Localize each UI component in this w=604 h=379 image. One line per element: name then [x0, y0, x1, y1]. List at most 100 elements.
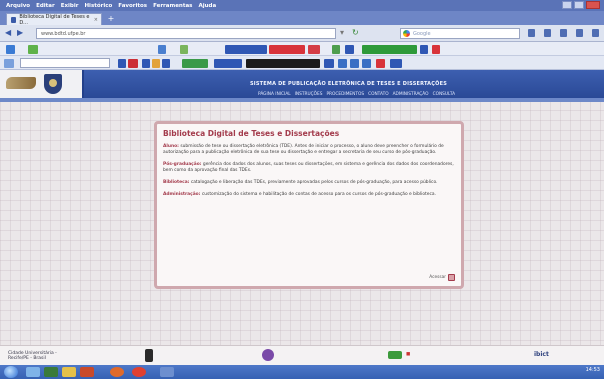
card-item-label: Pós-graduação:	[163, 162, 202, 167]
footer-logo-3-text: ■	[406, 352, 411, 357]
toolbar-button-red[interactable]	[269, 45, 305, 54]
toolbar2-icon-2[interactable]	[128, 59, 138, 68]
toolbar2-icon-7[interactable]	[338, 59, 347, 68]
toolbar-icon-2[interactable]	[180, 45, 188, 54]
footer-logo-1-icon[interactable]	[145, 349, 153, 362]
toolbar-icon-6[interactable]	[420, 45, 428, 54]
toolbar2-icon-5[interactable]	[162, 59, 170, 68]
toolbar-green-icon[interactable]	[28, 45, 38, 54]
toolbar2-logo-icon[interactable]	[4, 59, 14, 68]
toolbar-icon-7[interactable]	[432, 45, 440, 54]
card-item-biblioteca: Biblioteca: catalogação e liberação das …	[163, 180, 455, 186]
forward-arrow-icon[interactable]: ▶	[17, 29, 25, 37]
toolbar-icon-5[interactable]	[345, 45, 354, 54]
taskbar-folder-icon[interactable]	[62, 367, 76, 377]
toolbar2-media-widget[interactable]	[246, 59, 320, 68]
site-header: SISTEMA DE PUBLICAÇÃO ELETRÔNICA DE TESE…	[0, 70, 604, 98]
system-tray: 14:53	[586, 367, 600, 373]
card-item-label: Aluno:	[163, 144, 179, 149]
home-icon[interactable]	[576, 29, 583, 37]
toolbar-progress-widget[interactable]	[362, 45, 417, 54]
access-button-label: Acessar	[429, 275, 446, 280]
download-icon[interactable]	[560, 29, 567, 37]
toolbar-logo-icon[interactable]	[6, 45, 15, 54]
nav-link-home[interactable]: PÁGINA INICIAL	[258, 92, 291, 97]
taskbar-media-icon[interactable]	[80, 367, 94, 377]
access-button[interactable]: Acessar	[429, 274, 455, 281]
maximize-button[interactable]	[574, 1, 584, 9]
ibict-logo[interactable]: ibict	[534, 351, 549, 358]
university-crest-icon	[44, 74, 62, 94]
site-navigation: PÁGINA INICIAL INSTRUÇÕES PROCEDIMENTOS …	[258, 92, 455, 97]
bookmark-star-icon[interactable]	[528, 29, 535, 37]
card-item-label: Administração:	[163, 192, 201, 197]
nav-link-contact[interactable]: CONTATO	[368, 92, 389, 97]
browser-tab[interactable]: Biblioteca Digital de Teses e D... ×	[6, 13, 102, 26]
nav-link-admin[interactable]: ADMINISTRAÇÃO	[393, 92, 429, 97]
start-button[interactable]	[4, 366, 18, 378]
nav-link-procedures[interactable]: PROCEDIMENTOS	[326, 92, 364, 97]
toolbar-icon-4[interactable]	[332, 45, 340, 54]
dropdown-arrow-icon[interactable]: ▾	[340, 29, 348, 37]
taskbar-firefox-icon[interactable]	[110, 367, 124, 377]
toolbar2-icon-8[interactable]	[350, 59, 359, 68]
taskbar-icon-7[interactable]	[160, 367, 174, 377]
menu-historico[interactable]: Histórico	[84, 3, 112, 9]
menu-exibir[interactable]: Exibir	[61, 3, 79, 9]
menu-favoritos[interactable]: Favoritos	[118, 3, 147, 9]
window-controls	[562, 1, 600, 9]
menu-arquivo[interactable]: Arquivo	[6, 3, 30, 9]
menu-icon[interactable]	[592, 29, 599, 37]
logo-area	[0, 70, 84, 98]
toolbar-search-input[interactable]	[20, 58, 110, 68]
addon-toolbar-2	[0, 56, 604, 70]
toolbar2-icon-4[interactable]	[152, 59, 160, 68]
tab-title: Biblioteca Digital de Teses e D...	[19, 13, 90, 26]
navigation-bar: ◀ ▶ www.bdtd.ufpe.br ▾ ↻ Google	[0, 25, 604, 42]
toolbar2-icon-11[interactable]	[390, 59, 402, 68]
toolbar2-icon-10[interactable]	[376, 59, 385, 68]
taskbar-ie-icon[interactable]	[26, 367, 40, 377]
nav-link-search[interactable]: CONSULTA	[433, 92, 456, 97]
card-item-text: submissão de tese ou dissertação eletrôn…	[163, 144, 444, 155]
card-item-pos-graduacao: Pós-graduação: gerência dos dados dos al…	[163, 162, 455, 174]
toolbar2-button-green[interactable]	[182, 59, 208, 68]
toolbar-button-blue[interactable]	[225, 45, 267, 54]
site-title: SISTEMA DE PUBLICAÇÃO ELETRÔNICA DE TESE…	[250, 81, 447, 87]
address-bar[interactable]: www.bdtd.ufpe.br	[36, 28, 336, 39]
card-title: Biblioteca Digital de Teses e Dissertaçõ…	[163, 129, 340, 138]
site-footer: Cidade Universitária - Recife/PE - Brasi…	[0, 345, 604, 365]
taskbar: 14:53	[0, 365, 604, 379]
back-arrow-icon[interactable]: ◀	[5, 29, 13, 37]
search-input[interactable]: Google	[400, 28, 520, 39]
navigation-tools	[528, 29, 599, 37]
menu-bar: Arquivo Editar Exibir Histórico Favorito…	[0, 0, 604, 11]
toolbar-search-icon[interactable]	[158, 45, 166, 54]
toolbar2-icon-3[interactable]	[142, 59, 150, 68]
menu-ferramentas[interactable]: Ferramentas	[153, 3, 192, 9]
toolbar2-icon-1[interactable]	[118, 59, 126, 68]
toolbar2-icon-9[interactable]	[362, 59, 371, 68]
footer-address: Cidade Universitária - Recife/PE - Brasi…	[8, 351, 57, 361]
close-window-button[interactable]	[586, 1, 600, 9]
card-item-text: catalogação e liberação das TDEs, previa…	[190, 180, 438, 185]
refresh-icon[interactable]: ↻	[352, 29, 360, 37]
footer-logo-3-icon[interactable]	[388, 351, 402, 359]
taskbar-chrome-icon[interactable]	[132, 367, 146, 377]
close-tab-icon[interactable]: ×	[94, 17, 98, 23]
nav-link-instructions[interactable]: INSTRUÇÕES	[295, 92, 323, 97]
menu-ajuda[interactable]: Ajuda	[198, 3, 216, 9]
menu-editar[interactable]: Editar	[36, 3, 55, 9]
clock[interactable]: 14:53	[586, 367, 600, 373]
new-tab-button[interactable]: +	[106, 15, 116, 24]
toolbar-icon-3[interactable]	[308, 45, 320, 54]
footer-logo-2-icon[interactable]	[262, 349, 274, 361]
taskbar-icon-2[interactable]	[44, 367, 58, 377]
ufpe-logo[interactable]	[6, 77, 36, 89]
tab-bar: Biblioteca Digital de Teses e D... × +	[0, 11, 604, 26]
bookmarks-icon[interactable]	[544, 29, 551, 37]
card-item-aluno: Aluno: submissão de tese ou dissertação …	[163, 144, 455, 156]
toolbar2-button-blue[interactable]	[214, 59, 242, 68]
minimize-button[interactable]	[562, 1, 572, 9]
toolbar2-icon-6[interactable]	[324, 59, 334, 68]
